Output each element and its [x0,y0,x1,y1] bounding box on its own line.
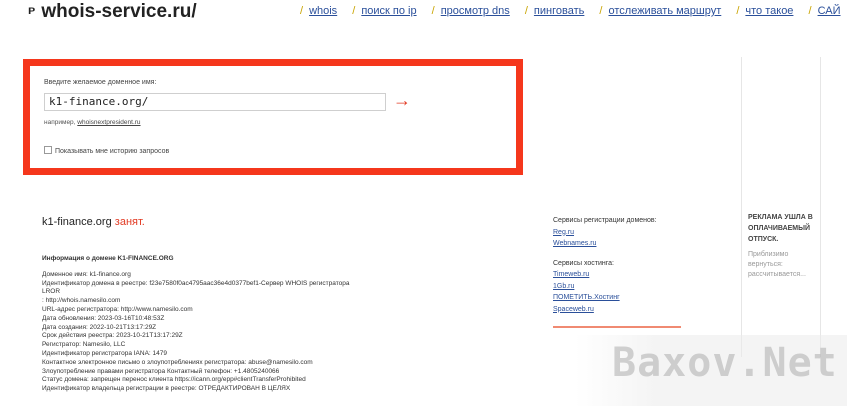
services-sidebar: Сервисы регистрации доменов: Reg.ru Webn… [553,215,733,315]
status-badge: занят. [114,216,145,228]
nav-item-site[interactable]: / САЙ [809,5,847,17]
hosting-link[interactable]: 1Gb.ru [553,281,733,293]
nav-item-what-is[interactable]: / что такое [736,5,799,17]
whois-line: URL-адрес регистратора: http://www.names… [42,305,193,313]
whois-title: Информация о домене K1-FINANCE.ORG [42,255,174,262]
domain-status: k1-finance.org занят. [42,216,145,228]
registrar-link[interactable]: Webnames.ru [553,238,733,250]
registrar-link[interactable]: Reg.ru [553,227,733,239]
history-label: Показывать мне историю запросов [55,148,170,155]
nav-item-ip-search[interactable]: / поиск по ip [352,5,422,17]
domain-search-label: Введите желаемое доменное имя: [44,79,157,86]
domain-name: k1-finance.org [42,216,112,228]
hosting-title: Сервисы хостинга: [553,259,614,267]
nav-item-whois[interactable]: / whois [300,5,343,17]
whois-line: : http://whois.namesilo.com [42,297,121,305]
history-checkbox[interactable] [44,146,52,154]
whois-line: Злоупотребление правами регистратора Кон… [42,367,280,375]
hosting-link[interactable]: ПОМЕТИТЬ.Хостинг [553,292,733,304]
search-example: например, whoisnextpresident.ru [44,119,141,126]
nav-item-dns[interactable]: / просмотр dns [432,5,516,17]
hosting-link[interactable]: Spaceweb.ru [553,304,733,316]
submit-arrow-icon[interactable]: → [393,90,411,110]
whois-line: Статус домена: запрещен перенос клиента … [42,376,306,384]
nav-item-ping[interactable]: / пинговать [525,5,591,17]
example-link[interactable]: whoisnextpresident.ru [77,119,140,126]
whois-line: Дата обновления: 2023-03-16T10:48:53Z [42,314,165,322]
history-option[interactable]: Показывать мне историю запросов [44,146,169,155]
whois-line: Идентификатор владельца регистрации в ре… [42,385,291,393]
whois-line: Контактное электронное письмо о злоупотр… [42,358,313,366]
ad-frame [741,57,821,357]
ad-subtitle: Приблизимо вернуться: рассчитывается... [748,251,806,278]
whois-line: Доменное имя: k1-finance.org [42,270,131,278]
domain-search-panel: Введите желаемое доменное имя: k1-financ… [23,59,523,175]
hosting-link[interactable]: Timeweb.ru [553,269,733,281]
logo-mark-icon: ᴘ [28,3,36,17]
whois-info: Информация о домене K1-FINANCE.ORG Домен… [42,255,522,394]
ad-title: РЕКЛАМА УШЛА В ОПЛАЧИВАЕМЫЙ ОТПУСК. [748,214,813,243]
main-nav: / whois / поиск по ip / просмотр dns / пинго… [300,5,847,17]
whois-line: Идентификатор регистратора IANA: 1479 [42,349,167,357]
whois-line: LROR [42,288,61,296]
watermark-logo: Baxov.Net [612,340,838,386]
sidebar-divider [553,326,681,328]
site-logo[interactable]: ᴘ whois-service.ru/ [28,1,197,23]
nav-item-traceroute[interactable]: / отслеживать маршрут [599,5,727,17]
registrars-title: Сервисы регистрации доменов: [553,217,657,224]
whois-line: Срок действия реестра: 2023-10-21T13:17:… [42,332,183,340]
whois-line: Регистратор: Namesilo, LLC [42,341,126,349]
site-header: ᴘ whois-service.ru/ / whois / поиск по ip /… [0,0,847,30]
domain-search-input[interactable]: k1-finance.org/ [44,93,386,111]
logo-text: whois-service.ru/ [41,1,197,22]
whois-line: Идентификатор домена в реестре: f23e7580… [42,279,350,287]
